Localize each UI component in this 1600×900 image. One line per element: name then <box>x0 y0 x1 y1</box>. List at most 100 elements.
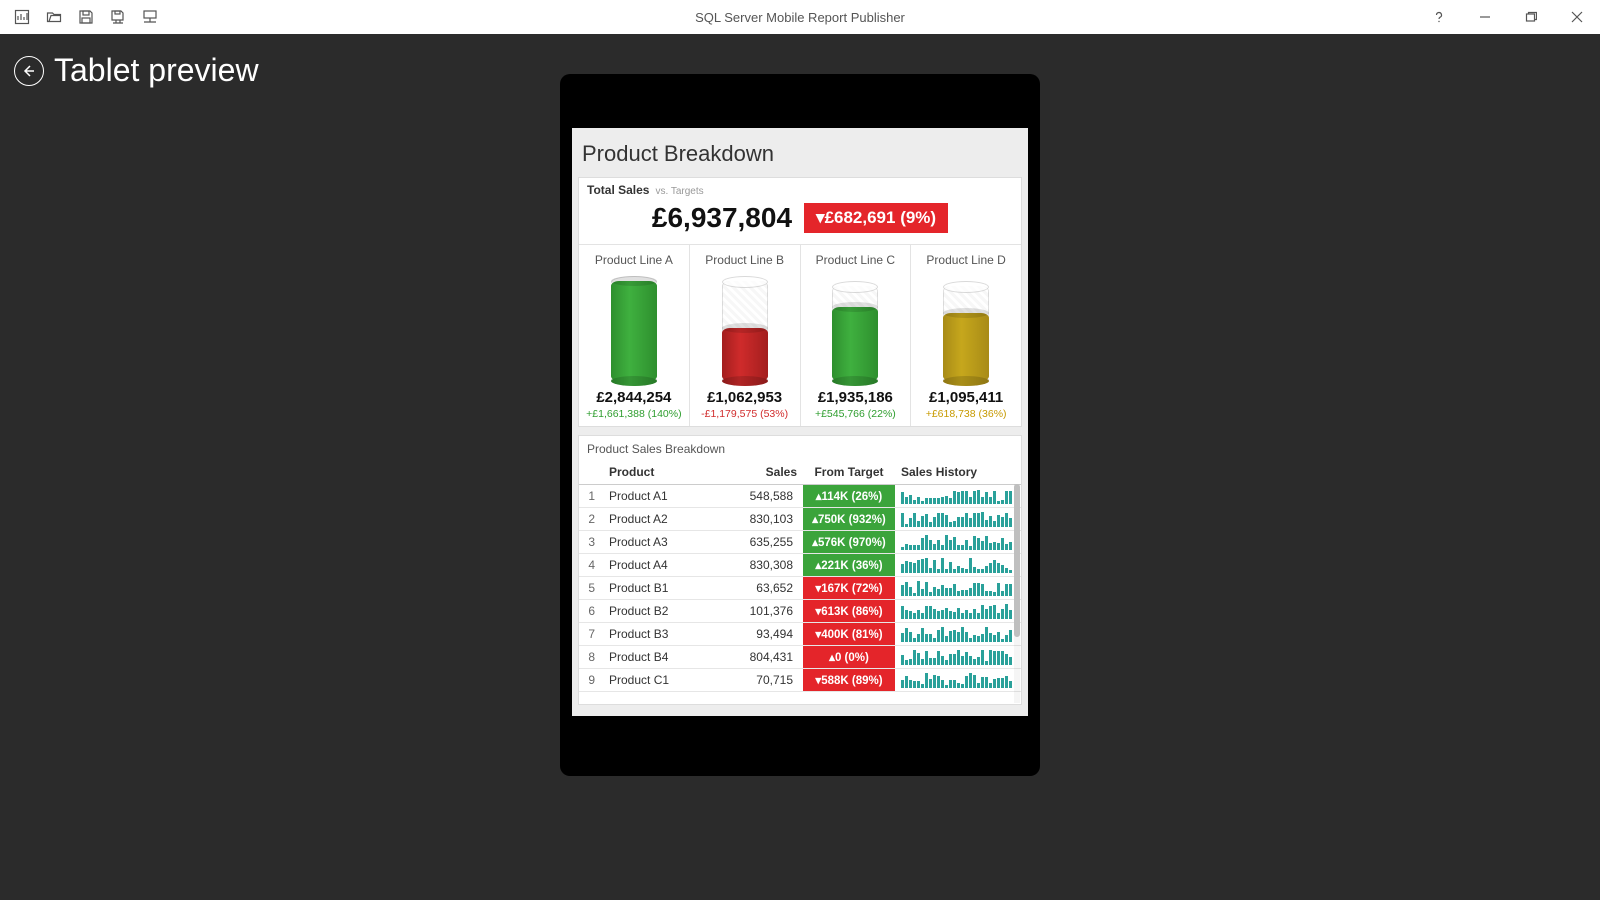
cell-sales: 70,715 <box>741 669 803 692</box>
product-line-name: Product Line A <box>583 253 685 267</box>
sparkline <box>901 580 1015 596</box>
page-title: Tablet preview <box>54 52 259 89</box>
product-line-name: Product Line D <box>915 253 1017 267</box>
scrollbar-thumb[interactable] <box>1014 484 1020 637</box>
sparkline <box>901 488 1015 504</box>
tablet-frame: Product Breakdown Total Sales vs. Target… <box>560 74 1040 776</box>
cell-from-target: ▴221K (36%) <box>803 554 895 577</box>
back-button[interactable] <box>14 56 44 86</box>
sparkline <box>901 534 1015 550</box>
cell-from-target: ▾613K (86%) <box>803 600 895 623</box>
product-line-cell[interactable]: Product Line A £2,844,254 +£1,661,388 (1… <box>579 245 690 426</box>
table-row[interactable]: 1 Product A1 548,588 ▴114K (26%) <box>579 485 1021 508</box>
cell-sales: 830,308 <box>741 554 803 577</box>
product-line-value: £2,844,254 <box>583 389 685 406</box>
sparkline <box>901 626 1015 642</box>
cell-sales: 804,431 <box>741 646 803 669</box>
minimize-icon[interactable] <box>1462 1 1508 33</box>
sparkline <box>901 649 1015 665</box>
product-line-value: £1,062,953 <box>694 389 796 406</box>
cell-from-target: ▾167K (72%) <box>803 577 895 600</box>
cell-history <box>895 623 1021 646</box>
maximize-icon[interactable] <box>1508 1 1554 33</box>
cell-product: Product C1 <box>603 669 741 692</box>
cell-history <box>895 646 1021 669</box>
product-line-delta: -£1,179,575 (53%) <box>694 408 796 420</box>
cell-product: Product B3 <box>603 623 741 646</box>
cell-product: Product A1 <box>603 485 741 508</box>
cell-product: Product B1 <box>603 577 741 600</box>
titlebar: SQL Server Mobile Report Publisher <box>0 0 1600 34</box>
cell-from-target: ▴114K (26%) <box>803 485 895 508</box>
total-sublabel: vs. Targets <box>655 186 703 197</box>
product-line-value: £1,935,186 <box>805 389 907 406</box>
cell-sales: 635,255 <box>741 531 803 554</box>
cell-from-target: ▴750K (932%) <box>803 508 895 531</box>
total-sales-card: Total Sales vs. Targets £6,937,804 ▾£682… <box>578 177 1022 427</box>
sparkline <box>901 672 1015 688</box>
product-line-name: Product Line C <box>805 253 907 267</box>
table-title: Product Sales Breakdown <box>579 436 1021 460</box>
table-row[interactable]: 6 Product B2 101,376 ▾613K (86%) <box>579 600 1021 623</box>
product-line-cell[interactable]: Product Line D £1,095,411 +£618,738 (36%… <box>911 245 1021 426</box>
cell-sales: 93,494 <box>741 623 803 646</box>
open-icon[interactable] <box>38 1 70 33</box>
cell-history <box>895 669 1021 692</box>
total-label: Total Sales <box>587 183 649 197</box>
cell-history <box>895 531 1021 554</box>
report-icon[interactable] <box>6 1 38 33</box>
col-history[interactable]: Sales History <box>895 460 1021 485</box>
cell-history <box>895 577 1021 600</box>
cell-product: Product B2 <box>603 600 741 623</box>
total-value: £6,937,804 <box>652 202 792 234</box>
cell-product: Product A2 <box>603 508 741 531</box>
sparkline <box>901 603 1015 619</box>
cell-history <box>895 508 1021 531</box>
sparkline <box>901 557 1015 573</box>
report: Product Breakdown Total Sales vs. Target… <box>572 128 1028 705</box>
product-table: Product Sales From Target Sales History … <box>579 460 1021 692</box>
cell-product: Product A3 <box>603 531 741 554</box>
save-icon[interactable] <box>70 1 102 33</box>
workspace: Tablet preview Product Breakdown Total S… <box>0 34 1600 900</box>
table-row[interactable]: 2 Product A2 830,103 ▴750K (932%) <box>579 508 1021 531</box>
product-line-cell[interactable]: Product Line C £1,935,186 +£545,766 (22%… <box>801 245 912 426</box>
sparkline <box>901 511 1015 527</box>
table-row[interactable]: 4 Product A4 830,308 ▴221K (36%) <box>579 554 1021 577</box>
cell-from-target: ▾400K (81%) <box>803 623 895 646</box>
table-row[interactable]: 3 Product A3 635,255 ▴576K (970%) <box>579 531 1021 554</box>
help-icon[interactable] <box>1416 1 1462 33</box>
cell-sales: 830,103 <box>741 508 803 531</box>
product-line-delta: +£618,738 (36%) <box>915 408 1017 420</box>
table-scroll[interactable]: Product Sales From Target Sales History … <box>579 460 1021 704</box>
scrollbar-track[interactable] <box>1014 484 1020 703</box>
table-row[interactable]: 8 Product B4 804,431 ▴0 (0%) <box>579 646 1021 669</box>
app-title: SQL Server Mobile Report Publisher <box>695 10 905 25</box>
product-line-delta: +£1,661,388 (140%) <box>583 408 685 420</box>
product-line-cell[interactable]: Product Line B £1,062,953 -£1,179,575 (5… <box>690 245 801 426</box>
product-lines-row: Product Line A £2,844,254 +£1,661,388 (1… <box>579 244 1021 426</box>
product-line-value: £1,095,411 <box>915 389 1017 406</box>
cell-history <box>895 554 1021 577</box>
cell-sales: 63,652 <box>741 577 803 600</box>
table-row[interactable]: 9 Product C1 70,715 ▾588K (89%) <box>579 669 1021 692</box>
server-connect-icon[interactable] <box>134 1 166 33</box>
col-product[interactable]: Product <box>603 460 741 485</box>
product-line-delta: +£545,766 (22%) <box>805 408 907 420</box>
cell-from-target: ▴576K (970%) <box>803 531 895 554</box>
col-sales[interactable]: Sales <box>741 460 803 485</box>
total-label-row: Total Sales vs. Targets <box>579 183 1021 197</box>
save-to-server-icon[interactable] <box>102 1 134 33</box>
cell-history <box>895 485 1021 508</box>
cell-from-target: ▴0 (0%) <box>803 646 895 669</box>
cell-product: Product B4 <box>603 646 741 669</box>
cell-history <box>895 600 1021 623</box>
cell-sales: 548,588 <box>741 485 803 508</box>
tablet-screen[interactable]: Product Breakdown Total Sales vs. Target… <box>572 128 1028 716</box>
col-from-target[interactable]: From Target <box>803 460 895 485</box>
report-title: Product Breakdown <box>572 128 1028 177</box>
product-table-card: Product Sales Breakdown Product Sales Fr… <box>578 435 1022 705</box>
table-row[interactable]: 5 Product B1 63,652 ▾167K (72%) <box>579 577 1021 600</box>
table-row[interactable]: 7 Product B3 93,494 ▾400K (81%) <box>579 623 1021 646</box>
close-icon[interactable] <box>1554 1 1600 33</box>
